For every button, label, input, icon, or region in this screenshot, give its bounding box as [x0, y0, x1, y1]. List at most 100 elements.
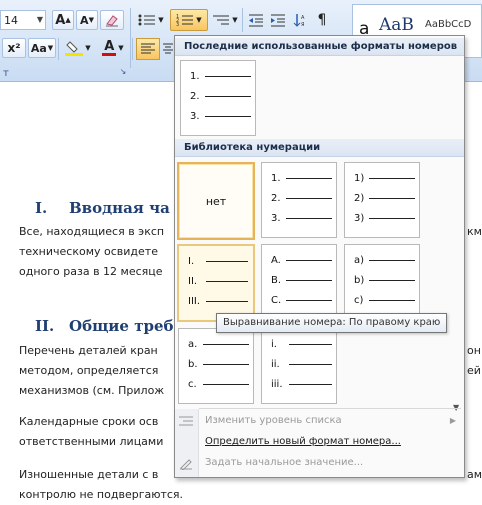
- heading-1-text: Вводная ча: [69, 199, 170, 217]
- superscript-button[interactable]: x²: [2, 38, 26, 58]
- numbered-list-icon: 123: [176, 14, 194, 27]
- chevron-down-icon: ▼: [118, 44, 124, 52]
- tile-label: b): [354, 275, 365, 286]
- increase-indent-icon: [271, 14, 285, 27]
- heading-2: II. Общие треб: [35, 317, 174, 335]
- menu-separator: [199, 408, 461, 409]
- submenu-arrow-icon: ▶: [449, 416, 456, 425]
- heading-2-number: II.: [35, 317, 55, 335]
- doc-line-right: ам: [467, 468, 482, 481]
- doc-line-right: ей: [467, 364, 481, 377]
- tile-alpha-lower-paren[interactable]: a) b) c): [344, 244, 420, 320]
- font-color-button[interactable]: A ▼: [98, 38, 128, 58]
- doc-line: одного раза в 12 месяце: [19, 265, 163, 278]
- svg-text:A: A: [301, 15, 305, 21]
- doc-line: техническому освидете: [19, 245, 158, 258]
- change-case-button[interactable]: Aa ▼: [28, 38, 56, 58]
- tile-label: a.: [188, 339, 198, 350]
- numbering-dropdown-panel: Последние использованные форматы номеров…: [174, 35, 465, 478]
- dialog-launcher-icon[interactable]: ↘: [118, 66, 128, 76]
- chevron-down-icon[interactable]: ▼: [37, 15, 43, 24]
- align-left-button[interactable]: [136, 38, 160, 60]
- show-marks-button[interactable]: ¶: [312, 10, 332, 30]
- align-left-icon: [141, 43, 155, 54]
- font-color-label: A: [104, 38, 115, 54]
- doc-line: Изношенные детали с в: [19, 468, 159, 481]
- pilcrow-icon: ¶: [317, 12, 327, 28]
- decrease-indent-button[interactable]: [246, 10, 266, 30]
- grow-font-button[interactable]: A ▲: [52, 10, 74, 30]
- clear-format-icon: [106, 15, 118, 27]
- sort-button[interactable]: AЯ: [290, 10, 310, 30]
- gallery-scrollbar[interactable]: ▼: [449, 326, 465, 412]
- set-value-icon: [179, 456, 193, 470]
- define-new-format-label: Определить новый формат номера...: [205, 436, 401, 447]
- multilevel-list-icon: [213, 15, 230, 25]
- chevron-down-icon: ▼: [158, 16, 164, 24]
- shrink-font-button[interactable]: A ▼: [76, 10, 98, 30]
- style-no-spacing[interactable]: AaBbCcD: [425, 19, 471, 30]
- tile-label: 1): [354, 173, 365, 184]
- set-numbering-value-label: Задать начальное значение...: [205, 457, 364, 468]
- tile-none[interactable]: нет: [177, 162, 255, 240]
- tile-label: 2.: [271, 193, 281, 204]
- tile-label: c): [354, 295, 364, 306]
- tile-label: c.: [188, 379, 197, 390]
- doc-line: механизмов (см. Прилож: [19, 384, 165, 397]
- alignment-tooltip: Выравнивание номера: По правому краю: [216, 313, 448, 333]
- tile-label: i.: [271, 339, 277, 350]
- tile-decimal-paren[interactable]: 1) 2) 3): [344, 162, 420, 238]
- tile-label: B.: [271, 275, 282, 286]
- doc-line: ответственными лицами: [19, 435, 164, 448]
- grow-font-icon: A: [55, 12, 66, 28]
- chevron-down-icon: ▼: [232, 16, 238, 24]
- recent-format-tile[interactable]: 1. 2. 3.: [180, 60, 256, 136]
- style-heading[interactable]: AaB: [379, 15, 414, 35]
- change-case-label: Aa: [30, 41, 47, 55]
- doc-line: контролю не подвергаются.: [19, 488, 184, 501]
- tile-label: I.: [188, 256, 195, 267]
- list-level-icon: [179, 414, 193, 428]
- tile-alpha-lower-dot[interactable]: a. b. c.: [178, 328, 254, 404]
- tile-label: 2): [354, 193, 365, 204]
- tile-label: A.: [271, 255, 281, 266]
- tile-label: iii.: [271, 379, 283, 390]
- library-header: Библиотека нумерации: [175, 139, 464, 157]
- sort-icon: AЯ: [293, 14, 305, 27]
- tile-label: 1.: [271, 173, 281, 184]
- svg-text:3: 3: [176, 22, 179, 27]
- highlighter-icon: [65, 41, 84, 56]
- doc-line: методом, определяется: [19, 364, 159, 377]
- clear-format-button[interactable]: [100, 10, 124, 30]
- heading-2-text: Общие треб: [69, 317, 174, 335]
- change-list-level-item[interactable]: Изменить уровень списка ▶: [175, 411, 464, 431]
- tile-label: 2.: [190, 91, 200, 102]
- tile-alpha-upper[interactable]: A. B. C.: [261, 244, 337, 320]
- numbering-button[interactable]: 123 ▼: [170, 9, 208, 31]
- change-list-level-label: Изменить уровень списка: [205, 415, 342, 426]
- bullets-button[interactable]: ▼: [136, 10, 166, 30]
- tile-label: b.: [188, 359, 198, 370]
- doc-line: Перечень деталей кран: [19, 344, 158, 357]
- highlight-button[interactable]: ▼: [60, 38, 96, 58]
- tile-roman-lower[interactable]: i. ii. iii.: [261, 328, 337, 404]
- multilevel-list-button[interactable]: ▼: [210, 10, 240, 30]
- define-new-format-item[interactable]: Определить новый формат номера...: [175, 432, 464, 452]
- font-color-swatch: [102, 52, 117, 56]
- tile-label: 3.: [190, 111, 200, 122]
- shrink-font-icon: A: [80, 13, 89, 27]
- tile-none-label: нет: [205, 194, 227, 208]
- heading-1: I. Вводная ча: [35, 199, 170, 217]
- font-group-label: т: [3, 68, 9, 79]
- tile-roman-upper[interactable]: I. II. III.: [177, 244, 255, 322]
- font-size-box[interactable]: 14 ▼: [0, 10, 46, 30]
- set-numbering-value-item[interactable]: Задать начальное значение...: [175, 453, 464, 473]
- tile-label: a): [354, 255, 365, 266]
- increase-indent-button[interactable]: [268, 10, 288, 30]
- chevron-down-icon: ▼: [85, 44, 91, 52]
- decrease-indent-icon: [249, 14, 263, 27]
- bullet-list-icon: [138, 14, 156, 26]
- tile-decimal-dot[interactable]: 1. 2. 3.: [261, 162, 337, 238]
- align-center-button[interactable]: [162, 38, 174, 60]
- font-size-value: 14: [4, 13, 18, 27]
